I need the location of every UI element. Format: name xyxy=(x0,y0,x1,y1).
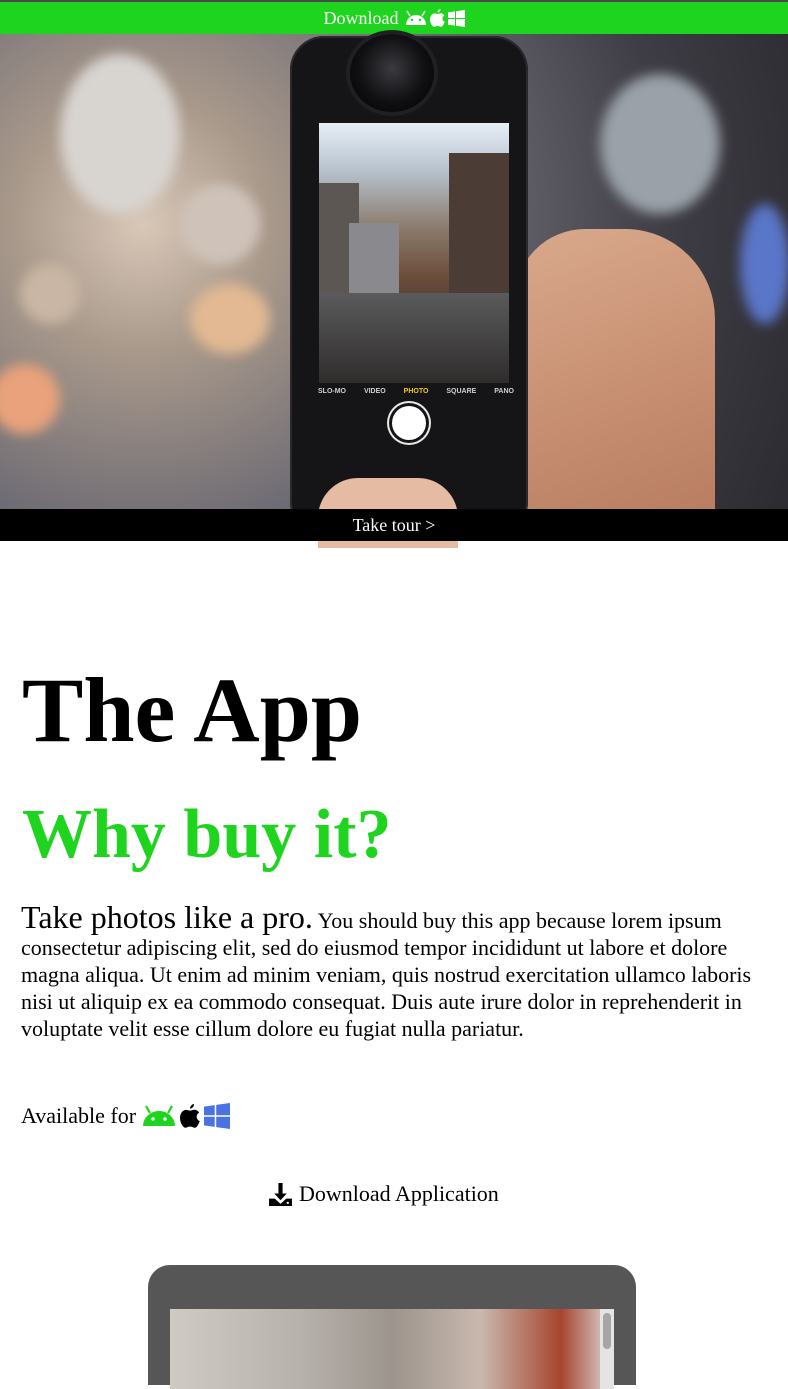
camera-mode-pano: PANO xyxy=(494,388,514,395)
camera-mode-slomo: SLO-MO xyxy=(318,388,346,395)
laptop-mockup xyxy=(148,1265,636,1389)
windows-icon xyxy=(447,9,465,27)
laptop-scrollbar-thumb xyxy=(603,1313,611,1349)
laptop-screen xyxy=(170,1309,614,1389)
street xyxy=(319,293,509,383)
platform-availability: Available for xyxy=(21,1103,231,1129)
download-icon xyxy=(268,1182,293,1207)
download-application-label: Download Application xyxy=(299,1181,499,1206)
bokeh-light xyxy=(20,264,80,324)
phone-lens xyxy=(350,34,434,112)
apple-icon xyxy=(180,1104,200,1128)
bokeh-light xyxy=(0,364,60,434)
laptop-scrollbar xyxy=(600,1309,614,1389)
camera-mode-row: SLO-MO VIDEO PHOTO SQUARE PANO xyxy=(318,388,514,395)
android-icon xyxy=(142,1105,176,1127)
bokeh-light xyxy=(190,284,270,354)
header-download-label: Download xyxy=(323,7,399,28)
bokeh-light xyxy=(60,54,180,214)
section-heading: Why buy it? xyxy=(22,796,392,873)
download-application-button[interactable]: Download Application xyxy=(268,1181,499,1207)
hand xyxy=(515,229,715,509)
available-label: Available for xyxy=(21,1103,137,1128)
description: Take photos like a pro. You should buy t… xyxy=(21,901,771,1042)
description-lead: Take photos like a pro. xyxy=(21,899,313,935)
android-icon xyxy=(405,10,427,26)
bokeh-light xyxy=(740,204,788,324)
shutter-button xyxy=(392,406,426,440)
windows-icon xyxy=(204,1103,231,1129)
bokeh-light xyxy=(180,184,260,264)
camera-mode-square: SQUARE xyxy=(446,388,477,395)
phone-screen xyxy=(319,123,509,383)
camera-mode-photo: PHOTO xyxy=(403,388,429,395)
apple-icon xyxy=(429,9,445,27)
take-tour-link[interactable]: Take tour > xyxy=(0,509,788,541)
camera-mode-video: VIDEO xyxy=(363,388,386,395)
page-title: The App xyxy=(22,659,363,761)
header-download-bar[interactable]: Download xyxy=(0,0,788,34)
bokeh-light xyxy=(600,74,720,214)
